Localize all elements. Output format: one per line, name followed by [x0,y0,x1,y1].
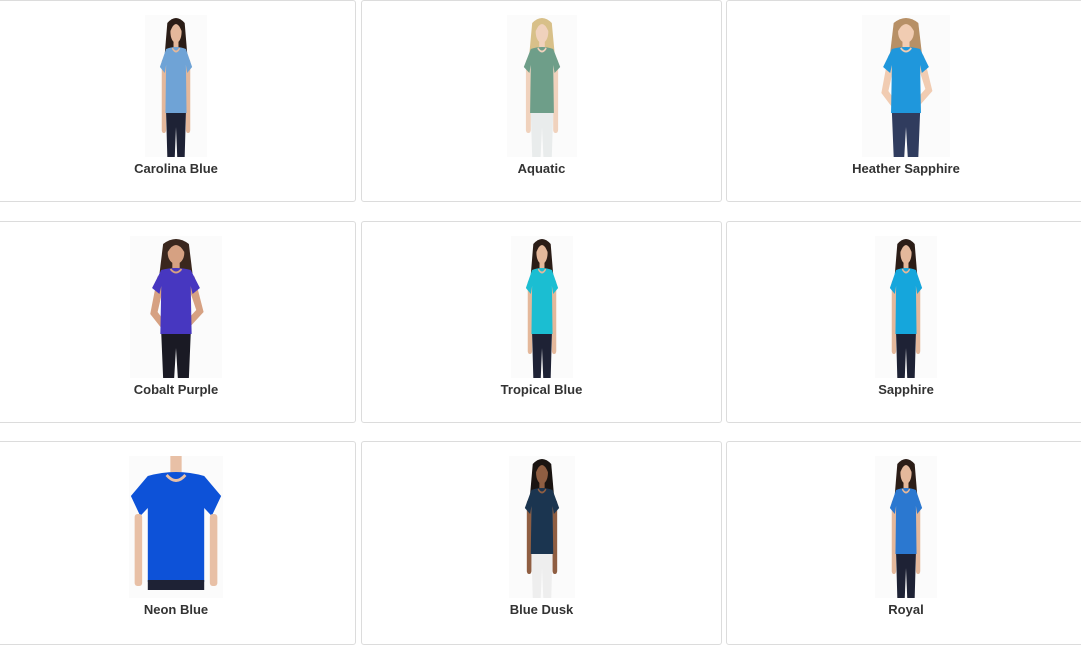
model-figure [159,18,193,157]
model-figure [150,239,204,378]
color-name: Neon Blue [143,602,209,617]
color-swatch-card[interactable]: Royal [726,441,1081,645]
model-figure [889,239,923,378]
color-swatch-card[interactable]: Neon Blue [0,441,356,645]
color-swatch-grid: Carolina Blue Aquatic Heather Sapphire Coba… [0,0,1081,645]
model-figure [130,456,222,590]
model-photo [129,456,223,598]
model-photo [875,456,937,598]
color-swatch-card[interactable]: Aquatic [361,0,722,202]
color-name: Tropical Blue [500,382,583,397]
color-name: Blue Dusk [509,602,574,617]
color-name: Sapphire [878,382,934,397]
model-figure [889,459,923,598]
color-swatch-card[interactable]: Blue Dusk [361,441,722,645]
model-photo [130,236,222,378]
color-name: Carolina Blue [134,161,218,176]
color-name: Aquatic [517,161,566,176]
model-figure [523,18,560,157]
color-swatch-card[interactable]: Sapphire [726,221,1081,423]
model-figure [524,459,559,598]
model-photo [508,456,575,598]
color-swatch-card[interactable]: Tropical Blue [361,221,722,423]
model-figure [525,239,558,378]
color-name: Heather Sapphire [852,161,960,176]
color-swatch-card[interactable]: Cobalt Purple [0,221,356,423]
color-swatch-card[interactable]: Heather Sapphire [726,0,1081,202]
color-swatch-card[interactable]: Carolina Blue [0,0,356,202]
model-photo [510,236,573,378]
model-photo [862,15,950,157]
color-name: Cobalt Purple [133,382,219,397]
model-photo [506,15,577,157]
model-figure [881,18,933,157]
color-name: Royal [888,602,924,617]
model-photo [145,15,207,157]
model-photo [875,236,937,378]
